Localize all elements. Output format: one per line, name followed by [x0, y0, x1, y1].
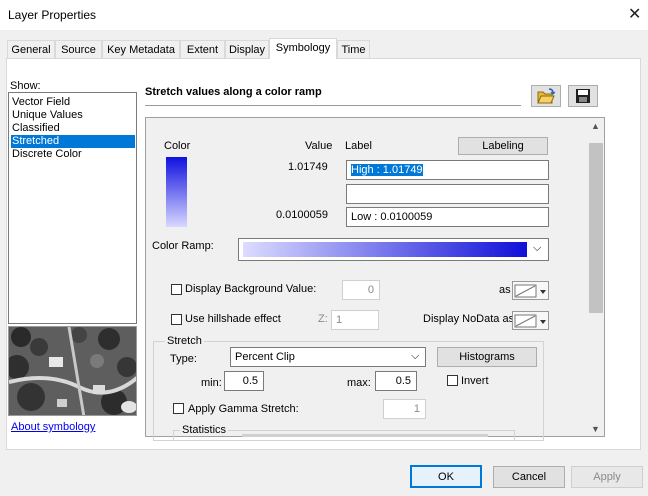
no-color-swatch-icon: [514, 284, 546, 298]
title-bar: [0, 0, 648, 30]
list-item[interactable]: Classified: [11, 122, 135, 135]
color-ramp-swatch[interactable]: [166, 157, 187, 227]
nodata-label: Display NoData as: [423, 313, 515, 325]
color-ramp-preview: [243, 242, 527, 257]
chevron-down-icon: ⌵: [533, 242, 542, 254]
background-value-checkbox[interactable]: [171, 284, 182, 295]
stretch-type-value: Percent Clip: [235, 351, 295, 363]
hillshade-checkbox[interactable]: [171, 314, 182, 325]
scroll-up-icon[interactable]: ▲: [591, 121, 600, 131]
min-label: min:: [201, 377, 222, 389]
statistics-control-edge: [242, 434, 488, 437]
about-symbology-link[interactable]: About symbology: [11, 421, 95, 433]
background-value-label: Display Background Value:: [185, 283, 317, 295]
z-label: Z:: [318, 313, 328, 325]
color-column-header: Color: [164, 140, 191, 152]
background-color-picker[interactable]: [512, 281, 549, 300]
scrollbar-thumb[interactable]: [589, 143, 603, 313]
apply-button[interactable]: Apply: [571, 466, 643, 488]
list-item[interactable]: Discrete Color: [11, 148, 135, 161]
z-factor-field[interactable]: 1: [331, 310, 379, 330]
statistics-group-label: Statistics: [180, 424, 229, 436]
show-list[interactable]: Vector Field Unique Values Classified St…: [8, 92, 137, 324]
tab-symbology[interactable]: Symbology: [269, 38, 337, 59]
stretch-group-label: Stretch: [165, 335, 204, 347]
mid-label-field[interactable]: [346, 184, 549, 204]
nodata-color-picker[interactable]: [512, 311, 549, 330]
high-label-text: High : 1.01749: [351, 164, 423, 176]
gamma-value-field[interactable]: 1: [383, 399, 426, 419]
hillshade-label: Use hillshade effect: [185, 313, 281, 325]
open-button[interactable]: [531, 85, 561, 107]
color-ramp-dropdown[interactable]: ⌵: [238, 238, 549, 261]
label-column-header: Label: [345, 140, 372, 152]
tab-time[interactable]: Time: [337, 40, 370, 58]
low-value: 0.0100059: [276, 209, 328, 221]
value-column-header: Value: [305, 140, 333, 152]
chevron-down-icon: ⌵: [411, 350, 420, 362]
heading-divider: [145, 105, 521, 106]
aerial-thumbnail-image: [9, 327, 136, 415]
tab-general[interactable]: General: [7, 40, 55, 58]
close-icon[interactable]: ✕: [628, 4, 641, 24]
list-item[interactable]: Vector Field: [11, 96, 135, 109]
list-item[interactable]: Unique Values: [11, 109, 135, 122]
tab-extent[interactable]: Extent: [180, 40, 225, 58]
show-label: Show:: [10, 80, 41, 92]
background-value-field[interactable]: 0: [342, 280, 380, 300]
layer-thumbnail: [8, 326, 137, 416]
save-button[interactable]: [568, 85, 598, 107]
invert-label: Invert: [461, 375, 489, 387]
renderer-heading: Stretch values along a color ramp: [145, 86, 322, 98]
window-title: Layer Properties: [8, 8, 97, 22]
as-label: as: [499, 284, 511, 296]
ok-button[interactable]: OK: [410, 465, 482, 488]
histograms-button[interactable]: Histograms: [437, 347, 537, 367]
invert-checkbox[interactable]: [447, 375, 458, 386]
no-color-swatch-icon: [514, 314, 546, 328]
tab-strip: General Source Key Metadata Extent Displ…: [7, 38, 377, 59]
tab-display[interactable]: Display: [225, 40, 269, 58]
max-label: max:: [347, 377, 371, 389]
cancel-button[interactable]: Cancel: [493, 466, 565, 488]
tab-key-metadata[interactable]: Key Metadata: [102, 40, 180, 58]
stretch-type-label: Type:: [170, 353, 197, 365]
folder-open-icon: [537, 88, 556, 104]
labeling-button[interactable]: Labeling: [458, 137, 548, 155]
color-ramp-label: Color Ramp:: [152, 240, 214, 252]
high-value: 1.01749: [288, 161, 328, 173]
list-item-selected[interactable]: Stretched: [11, 135, 135, 148]
tab-source[interactable]: Source: [55, 40, 102, 58]
gamma-checkbox[interactable]: [173, 403, 184, 414]
stretch-type-dropdown[interactable]: Percent Clip ⌵: [230, 347, 426, 367]
high-label-field[interactable]: High : 1.01749: [346, 160, 549, 180]
max-percent-field[interactable]: 0.5: [375, 371, 417, 391]
gamma-label: Apply Gamma Stretch:: [188, 403, 299, 415]
low-label-field[interactable]: Low : 0.0100059: [346, 207, 549, 227]
save-disk-icon: [576, 89, 590, 103]
scroll-down-icon[interactable]: ▼: [591, 424, 600, 434]
min-percent-field[interactable]: 0.5: [224, 371, 264, 391]
